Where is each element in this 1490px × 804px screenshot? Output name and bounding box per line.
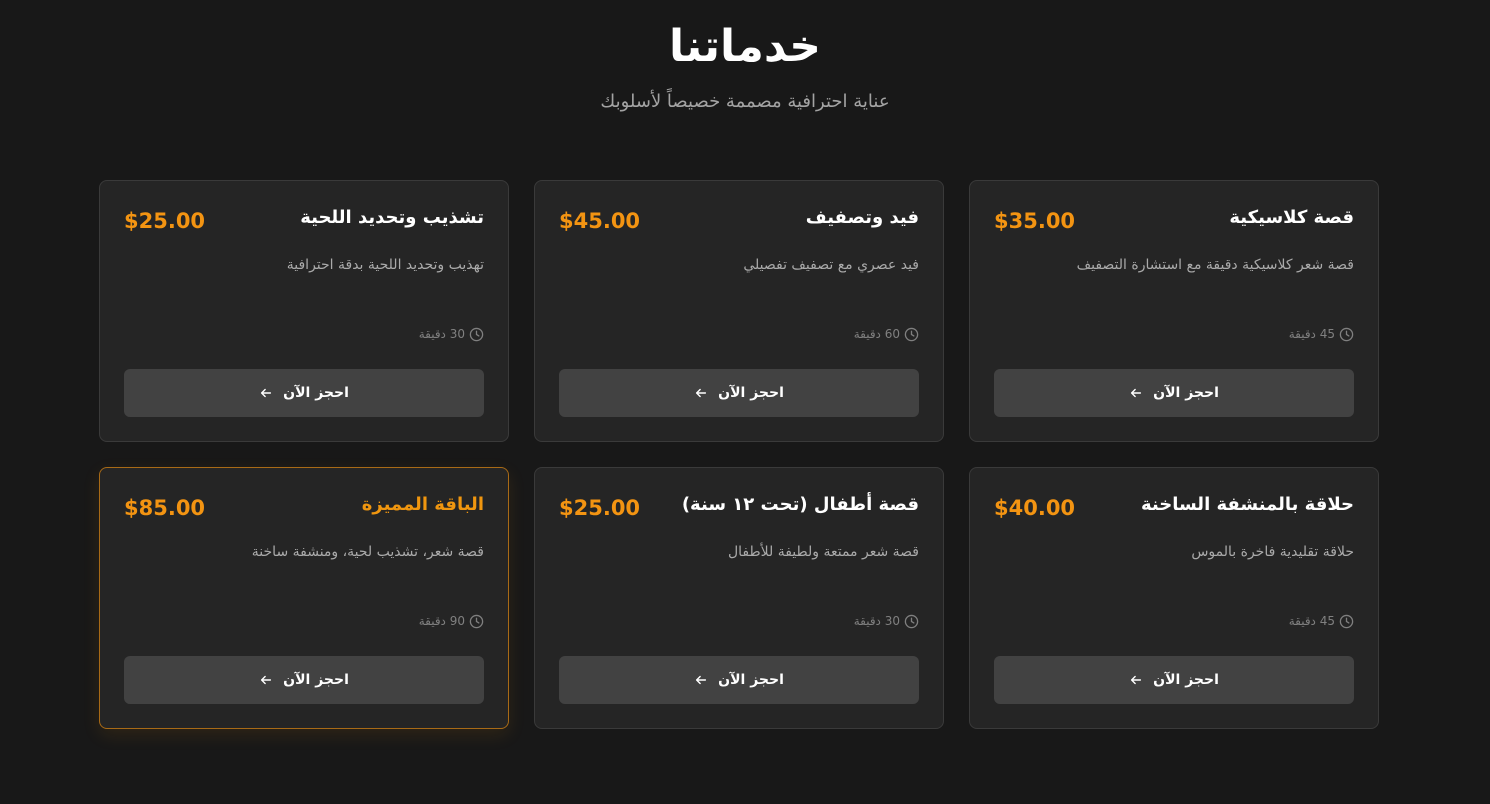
service-duration: 45 دقيقة [1289, 325, 1354, 343]
service-price: $45.00 [559, 209, 641, 233]
service-description: فيد عصري مع تصفيف تفصيلي [743, 257, 919, 273]
page-subtitle: عناية احترافية مصممة خصيصاً لأسلوبك [600, 91, 890, 112]
book-now-button[interactable]: احجز الآن [559, 369, 919, 417]
book-now-label: احجز الآن [1153, 672, 1219, 688]
service-title: تشذيب وتحديد اللحية [300, 207, 484, 228]
arrow-left-icon [696, 388, 707, 398]
arrow-left-icon [1131, 675, 1142, 685]
service-title: قصة كلاسيكية [1229, 207, 1354, 228]
service-card: قصة أطفال (تحت ١٢ سنة) $25.00 قصة شعر مم… [534, 467, 944, 729]
service-title: قصة أطفال (تحت ١٢ سنة) [681, 494, 919, 515]
service-description: قصة شعر كلاسيكية دقيقة مع استشارة التصفي… [1076, 257, 1354, 273]
book-now-label: احجز الآن [718, 672, 784, 688]
book-now-label: احجز الآن [1153, 385, 1219, 401]
featured-service-card: الباقة المميزة $85.00 قصة شعر، تشذيب لحي… [99, 467, 509, 729]
clock-icon [469, 614, 484, 628]
service-price: $85.00 [124, 496, 206, 520]
page-title: خدماتنا [669, 21, 821, 72]
book-now-button[interactable]: احجز الآن [124, 369, 484, 417]
service-title: حلاقة بالمنشفة الساخنة [1141, 494, 1354, 515]
service-description: قصة شعر، تشذيب لحية، ومنشفة ساخنة [251, 544, 484, 560]
service-card: تشذيب وتحديد اللحية $25.00 تهذيب وتحديد … [99, 180, 509, 442]
services-page: خدماتنا عناية احترافية مصممة خصيصاً لأسل… [0, 0, 1490, 804]
service-price: $25.00 [559, 496, 641, 520]
service-description: تهذيب وتحديد اللحية بدقة احترافية [286, 257, 484, 273]
service-price: $35.00 [994, 209, 1076, 233]
book-now-button[interactable]: احجز الآن [994, 656, 1354, 704]
clock-icon [469, 327, 484, 341]
service-title: فيد وتصفيف [805, 207, 919, 228]
duration-label: 60 دقيقة [853, 327, 900, 341]
clock-icon [904, 614, 919, 628]
service-title: الباقة المميزة [361, 494, 484, 515]
service-card: حلاقة بالمنشفة الساخنة $40.00 حلاقة تقلي… [969, 467, 1379, 729]
service-duration: 30 دقيقة [419, 325, 484, 343]
arrow-left-icon [261, 388, 272, 398]
arrow-left-icon [696, 675, 707, 685]
book-now-button[interactable]: احجز الآن [559, 656, 919, 704]
book-now-label: احجز الآن [283, 672, 349, 688]
book-now-button[interactable]: احجز الآن [124, 656, 484, 704]
service-card: فيد وتصفيف $45.00 فيد عصري مع تصفيف تفصي… [534, 180, 944, 442]
duration-label: 90 دقيقة [418, 614, 465, 628]
service-duration: 45 دقيقة [1289, 612, 1354, 630]
clock-icon [1339, 614, 1354, 628]
book-now-button[interactable]: احجز الآن [994, 369, 1354, 417]
service-price: $25.00 [124, 209, 206, 233]
service-duration: 30 دقيقة [854, 612, 919, 630]
service-card: قصة كلاسيكية $35.00 قصة شعر كلاسيكية دقي… [969, 180, 1379, 442]
service-duration: 90 دقيقة [419, 612, 484, 630]
duration-label: 30 دقيقة [853, 614, 900, 628]
clock-icon [904, 327, 919, 341]
clock-icon [1339, 327, 1354, 341]
services-grid: قصة كلاسيكية $35.00 قصة شعر كلاسيكية دقي… [99, 180, 1379, 729]
book-now-label: احجز الآن [283, 385, 349, 401]
service-price: $40.00 [994, 496, 1076, 520]
service-description: قصة شعر ممتعة ولطيفة للأطفال [727, 544, 919, 560]
service-duration: 60 دقيقة [854, 325, 919, 343]
duration-label: 30 دقيقة [418, 327, 465, 341]
service-description: حلاقة تقليدية فاخرة بالموس [1191, 544, 1354, 560]
duration-label: 45 دقيقة [1288, 614, 1335, 628]
arrow-left-icon [1131, 388, 1142, 398]
duration-label: 45 دقيقة [1288, 327, 1335, 341]
book-now-label: احجز الآن [718, 385, 784, 401]
arrow-left-icon [261, 675, 272, 685]
